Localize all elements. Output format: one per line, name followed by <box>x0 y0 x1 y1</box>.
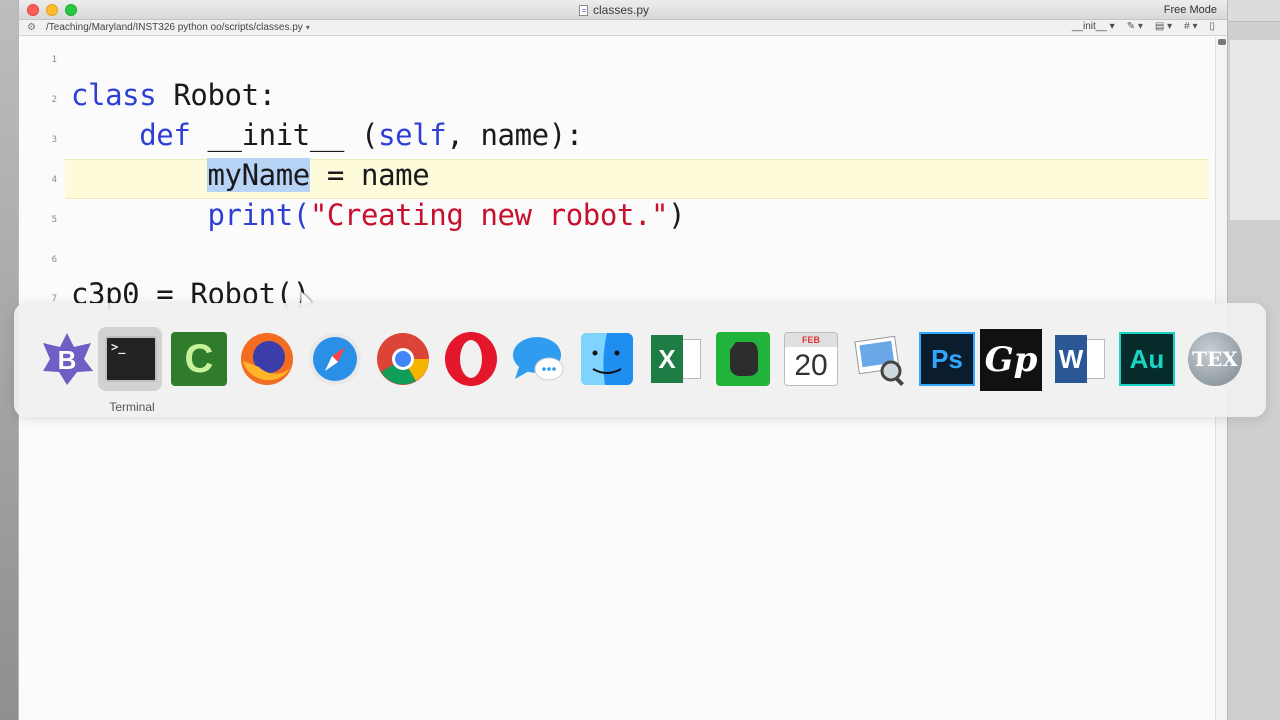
app-photoshop[interactable]: Ps <box>914 327 978 391</box>
close-window-button[interactable] <box>27 4 39 16</box>
bbedit-icon: B <box>39 331 95 387</box>
document-icon <box>579 4 588 16</box>
excel-letter: X <box>651 335 683 383</box>
path-bar: ⚙ /Teaching/Maryland/INST326 python oo/s… <box>19 20 1227 36</box>
safari-icon <box>307 331 363 387</box>
graphicconverter-icon: Gp <box>980 329 1042 391</box>
chevron-down-icon: ▾ <box>305 23 310 32</box>
messages-icon <box>511 331 567 387</box>
window-title-text: classes.py <box>593 3 650 17</box>
app-bbedit[interactable]: B <box>34 327 98 391</box>
hash-icon[interactable]: # ▾ <box>1184 21 1197 32</box>
calendar-icon: FEB 20 <box>783 331 839 387</box>
terminal-icon: >_ <box>103 331 159 387</box>
keyword-class: class <box>71 78 157 112</box>
word-icon: W <box>1051 331 1107 387</box>
title-bar: classes.py Free Mode <box>19 0 1227 20</box>
excel-icon: X <box>647 331 703 387</box>
line-number: 2 <box>51 95 57 105</box>
camtasia-letter: C <box>171 332 227 386</box>
chrome-icon <box>375 331 431 387</box>
code-line-5[interactable]: print("Creating new robot.") <box>71 197 685 233</box>
line-number: 5 <box>51 215 57 225</box>
line-number: 6 <box>51 255 57 265</box>
code-text: __init__ ( <box>190 118 379 152</box>
pencil-icon[interactable]: ✎ ▾ <box>1127 21 1143 32</box>
finder-icon <box>579 331 635 387</box>
app-firefox[interactable] <box>234 327 298 391</box>
app-switcher: B >_ C X FEB 20 Ps Gp W Au TEX Terminal <box>14 303 1266 417</box>
background-window-right-titlebar <box>1226 0 1280 22</box>
app-evernote[interactable] <box>710 327 774 391</box>
photoshop-icon: Ps <box>919 331 975 387</box>
code-line-2[interactable]: class Robot: <box>71 77 276 113</box>
code-line-3[interactable]: def __init__ (self, name): <box>71 117 583 153</box>
app-excel[interactable]: X <box>642 327 706 391</box>
line-number: 3 <box>51 135 57 145</box>
file-path-menu[interactable]: /Teaching/Maryland/INST326 python oo/scr… <box>46 22 310 33</box>
keyword-def: def <box>139 118 191 152</box>
app-camtasia[interactable]: C <box>166 327 230 391</box>
page-icon[interactable]: ▯ <box>1209 21 1215 32</box>
camtasia-icon: C <box>171 331 227 387</box>
code-text: Robot: <box>156 78 276 112</box>
line-number: 4 <box>51 175 57 185</box>
app-preview[interactable] <box>846 327 910 391</box>
app-word[interactable]: W <box>1046 327 1110 391</box>
app-chrome[interactable] <box>370 327 434 391</box>
app-messages[interactable] <box>506 327 570 391</box>
keyword-self: self <box>378 118 447 152</box>
selected-text[interactable]: myName <box>207 158 310 192</box>
calendar-month: FEB <box>785 333 837 347</box>
selected-app-label: Terminal <box>109 400 155 414</box>
tex-icon: TEX <box>1187 331 1243 387</box>
bbedit-letter: B <box>58 345 77 375</box>
tex-letters: TEX <box>1188 332 1242 386</box>
audition-letters: Au <box>1119 332 1175 386</box>
scrollbar-thumb[interactable] <box>1218 39 1226 45</box>
app-graphicconverter[interactable]: Gp <box>978 327 1042 391</box>
stack-icon[interactable]: ▤ ▾ <box>1155 21 1172 32</box>
app-audition[interactable]: Au <box>1114 327 1178 391</box>
opera-icon <box>443 331 499 387</box>
evernote-icon <box>715 331 771 387</box>
mode-indicator[interactable]: Free Mode <box>1164 4 1217 16</box>
app-opera[interactable] <box>438 327 502 391</box>
app-safari[interactable] <box>302 327 366 391</box>
builtin-print: print( <box>207 198 310 232</box>
function-popup-menu[interactable]: __init__ ▾ <box>1072 21 1115 32</box>
navigation-toolbar: __init__ ▾ ✎ ▾ ▤ ▾ # ▾ ▯ <box>1072 21 1215 32</box>
string-literal: "Creating new robot." <box>309 198 669 232</box>
background-window-right-pane <box>1230 40 1280 220</box>
gc-letters: Gp <box>980 329 1042 391</box>
terminal-prompt: >_ <box>111 340 126 354</box>
firefox-icon <box>239 331 295 387</box>
minimize-window-button[interactable] <box>46 4 58 16</box>
function-popup-text: __init__ <box>1071 21 1107 32</box>
app-calendar[interactable]: FEB 20 <box>778 327 842 391</box>
app-finder[interactable] <box>574 327 638 391</box>
gear-icon[interactable]: ⚙ <box>27 22 36 33</box>
calendar-day: 20 <box>794 349 828 382</box>
file-path-text: /Teaching/Maryland/INST326 python oo/scr… <box>46 22 303 33</box>
preview-icon <box>851 331 907 387</box>
audition-icon: Au <box>1119 331 1175 387</box>
app-terminal[interactable]: >_ <box>98 327 162 391</box>
window-title: classes.py <box>579 3 649 17</box>
photoshop-letters: Ps <box>919 332 975 386</box>
code-text: = name <box>309 158 430 192</box>
app-tex[interactable]: TEX <box>1182 327 1246 391</box>
code-text: , name): <box>446 118 583 152</box>
code-text: ) <box>668 198 686 232</box>
word-letter: W <box>1055 335 1087 383</box>
code-line-4[interactable]: myName = name <box>71 157 430 193</box>
zoom-window-button[interactable] <box>65 4 77 16</box>
line-number: 1 <box>51 55 57 65</box>
